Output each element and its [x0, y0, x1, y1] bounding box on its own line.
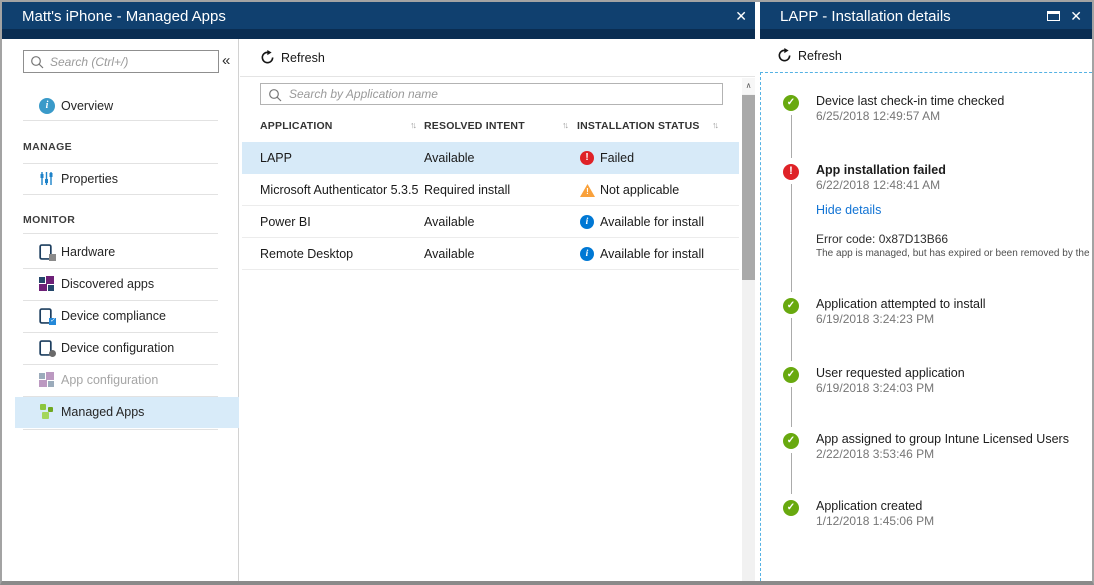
- application-search-box: [260, 83, 723, 105]
- intune-portal-window: Matt's iPhone - Managed Apps ✕ « i Overv…: [0, 0, 1094, 585]
- failed-status-icon: !: [580, 151, 594, 165]
- success-check-icon: ✓: [783, 367, 799, 383]
- divider: [23, 120, 218, 121]
- page-title: Matt's iPhone - Managed Apps: [22, 8, 226, 25]
- close-icon[interactable]: ✕: [1070, 8, 1082, 24]
- table-row-power-bi[interactable]: Power BI Available i Available for insta…: [242, 206, 739, 238]
- sidebar-item-hardware[interactable]: Hardware: [2, 241, 239, 265]
- divider: [23, 268, 218, 269]
- managed-apps-blade-header: Matt's iPhone - Managed Apps ✕: [2, 2, 755, 39]
- manage-section-heading: MANAGE: [23, 141, 72, 153]
- sidebar-search-box: [23, 50, 219, 73]
- divider: [23, 332, 218, 333]
- success-check-icon: ✓: [783, 95, 799, 111]
- table-row-microsoft-authenticator[interactable]: Microsoft Authenticator 5.3.5 Required i…: [242, 174, 739, 206]
- table-row-remote-desktop[interactable]: Remote Desktop Available i Available for…: [242, 238, 739, 270]
- sidebar-item-managed-apps[interactable]: Managed Apps: [15, 397, 239, 428]
- content-toolbar: Refresh: [240, 39, 755, 77]
- refresh-button[interactable]: Refresh: [260, 49, 340, 67]
- phone-gear-icon: [39, 340, 55, 356]
- application-search-input[interactable]: [289, 85, 714, 103]
- app-squares-icon: [39, 276, 55, 292]
- vertical-scrollbar[interactable]: ∧: [742, 78, 755, 581]
- success-check-icon: ✓: [783, 433, 799, 449]
- refresh-icon: [777, 48, 792, 63]
- managed-apps-blade: Matt's iPhone - Managed Apps ✕ « i Overv…: [2, 2, 755, 581]
- device-menu-sidebar: « i Overview MANAGE Properties MONITOR H…: [2, 39, 239, 581]
- sidebar-item-app-configuration[interactable]: App configuration: [2, 369, 239, 393]
- phone-icon: [39, 244, 55, 260]
- error-description: The app is managed, but has expired or b…: [816, 248, 1081, 259]
- search-icon: [268, 88, 282, 102]
- table-header-row: APPLICATION ↑↓ RESOLVED INTENT ↑↓ INSTAL…: [240, 114, 742, 140]
- scrollbar-up-icon[interactable]: ∧: [742, 78, 755, 94]
- info-status-icon: i: [580, 215, 594, 229]
- sidebar-item-properties[interactable]: Properties: [2, 168, 239, 192]
- warning-status-icon: !: [580, 184, 595, 197]
- search-icon: [30, 55, 44, 69]
- timeline-connector: [791, 387, 792, 427]
- divider: [23, 364, 218, 365]
- panel-title: LAPP - Installation details: [780, 8, 951, 25]
- close-icon[interactable]: ✕: [735, 8, 747, 24]
- sort-icon[interactable]: ↑↓: [712, 120, 717, 130]
- refresh-button[interactable]: Refresh: [777, 47, 857, 65]
- managed-apps-content: Refresh APPLICATION ↑↓ RESOLVED INTENT ↑…: [240, 39, 755, 581]
- divider: [23, 163, 218, 164]
- sidebar-collapse-icon[interactable]: «: [222, 52, 230, 69]
- sliders-icon: [39, 171, 55, 187]
- sort-icon[interactable]: ↑↓: [410, 120, 415, 130]
- timeline-connector: [791, 115, 792, 158]
- divider: [23, 194, 218, 195]
- hide-details-link[interactable]: Hide details: [816, 203, 881, 217]
- info-status-icon: i: [580, 247, 594, 261]
- sidebar-item-device-compliance[interactable]: ✓ Device compliance: [2, 305, 239, 329]
- installation-timeline: ✓ Device last check-in time checked 6/25…: [760, 72, 1092, 581]
- table-row-lapp[interactable]: LAPP Available ! Failed: [242, 142, 739, 174]
- error-code: Error code: 0x87D13B66: [816, 232, 1081, 246]
- details-toolbar: Refresh: [760, 39, 1092, 72]
- scrollbar-thumb[interactable]: [742, 95, 755, 280]
- success-check-icon: ✓: [783, 500, 799, 516]
- info-icon: i: [39, 98, 55, 114]
- sort-icon[interactable]: ↑↓: [562, 120, 567, 130]
- success-check-icon: ✓: [783, 298, 799, 314]
- column-header-resolved-intent[interactable]: RESOLVED INTENT: [424, 120, 525, 132]
- timeline-connector: [791, 453, 792, 494]
- sidebar-item-device-configuration[interactable]: Device configuration: [2, 337, 239, 361]
- error-exclaim-icon: !: [783, 164, 799, 180]
- divider: [23, 300, 218, 301]
- sidebar-item-overview[interactable]: i Overview: [2, 95, 239, 119]
- sidebar-item-discovered-apps[interactable]: Discovered apps: [2, 273, 239, 297]
- column-header-application[interactable]: APPLICATION: [260, 120, 333, 132]
- installation-details-blade: LAPP - Installation details ✕ Refresh ✓ …: [760, 2, 1092, 581]
- timeline-connector: [791, 318, 792, 361]
- column-header-installation-status[interactable]: INSTALLATION STATUS: [577, 120, 700, 132]
- maximize-icon[interactable]: [1047, 11, 1060, 21]
- phone-check-icon: ✓: [39, 308, 55, 324]
- monitor-section-heading: MONITOR: [23, 214, 75, 226]
- sidebar-search-input[interactable]: [50, 52, 215, 71]
- timeline-connector: [791, 184, 792, 292]
- divider: [23, 429, 218, 430]
- refresh-icon: [260, 50, 275, 65]
- divider: [23, 233, 218, 234]
- managed-apps-icon: [39, 404, 55, 420]
- app-squares-icon: [39, 372, 55, 388]
- installation-details-header: LAPP - Installation details ✕: [760, 2, 1092, 39]
